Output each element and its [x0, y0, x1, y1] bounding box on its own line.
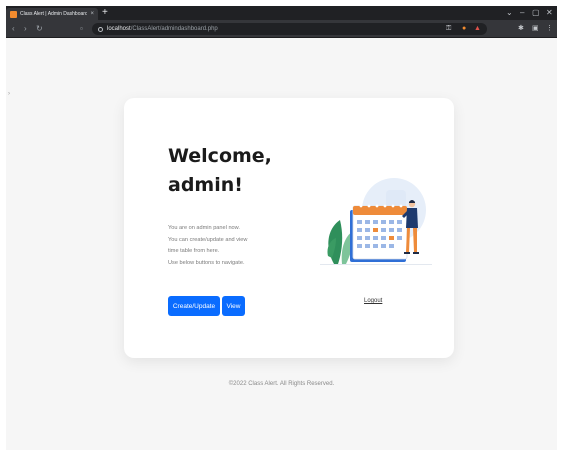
bookmark-icon[interactable]: ▫: [80, 23, 83, 35]
description: You are on admin panel now. You can crea…: [168, 223, 278, 270]
browser-toolbar: ‹ › ↻ ▫ localhost /ClassAlert/admindashb…: [6, 20, 557, 38]
rewards-icon[interactable]: ▲: [474, 24, 481, 34]
welcome-line-1: Welcome,: [168, 145, 272, 167]
url-host: localhost: [107, 26, 131, 32]
desc-line-2: You can create/update and view: [168, 236, 248, 243]
create-update-button[interactable]: Create/Update: [168, 296, 220, 316]
logout-link[interactable]: Logout: [364, 298, 382, 304]
sidebar-icon[interactable]: ▣: [532, 24, 539, 34]
info-icon[interactable]: [98, 26, 103, 32]
admin-card: Welcome, admin! You are on admin panel n…: [124, 98, 454, 358]
desc-line-4: Use below buttons to navigate.: [168, 260, 245, 267]
tab-close-icon[interactable]: ×: [90, 11, 94, 17]
back-icon[interactable]: ‹: [12, 23, 15, 35]
url-path: /ClassAlert/admindashboard.php: [130, 26, 218, 32]
forward-icon[interactable]: ›: [24, 23, 27, 35]
tab-bar: Class Alert | Admin Dashboard × + ⌄ – ▢ …: [6, 6, 557, 20]
tab-admin-dashboard[interactable]: Class Alert | Admin Dashboard ×: [6, 8, 98, 20]
maximize-button[interactable]: ▢: [532, 7, 540, 19]
desc-line-1: You are on admin panel now.: [168, 225, 240, 231]
calendar-illustration-icon: [320, 178, 432, 265]
chevron-down-icon[interactable]: ⌄: [506, 7, 513, 19]
welcome-line-2: admin!: [168, 174, 243, 196]
page-content: › Welcome, admin! You are on admin panel…: [6, 39, 557, 450]
footer-copyright: ©2022 Class Alert. All Rights Reserved.: [228, 381, 335, 387]
reload-icon[interactable]: ↻: [36, 23, 43, 35]
extensions-icon[interactable]: ✱: [518, 24, 524, 34]
minimize-button[interactable]: –: [520, 7, 524, 19]
brave-shield-icon[interactable]: ●: [462, 24, 466, 34]
favicon-icon: [10, 10, 17, 18]
key-icon[interactable]: ⚿: [446, 24, 451, 34]
menu-icon[interactable]: ⋮: [546, 24, 553, 34]
new-tab-button[interactable]: +: [102, 7, 108, 19]
side-chevron-icon[interactable]: ›: [8, 91, 10, 97]
close-window-button[interactable]: ✕: [546, 7, 553, 19]
tab-title: Class Alert | Admin Dashboard: [20, 11, 88, 17]
welcome-heading: Welcome, admin!: [168, 142, 272, 200]
browser-window: Class Alert | Admin Dashboard × + ⌄ – ▢ …: [6, 6, 557, 450]
address-bar[interactable]: localhost /ClassAlert/admindashboard.php: [92, 23, 487, 35]
view-button[interactable]: View: [222, 296, 245, 316]
desc-line-3: time table from here.: [168, 248, 220, 255]
